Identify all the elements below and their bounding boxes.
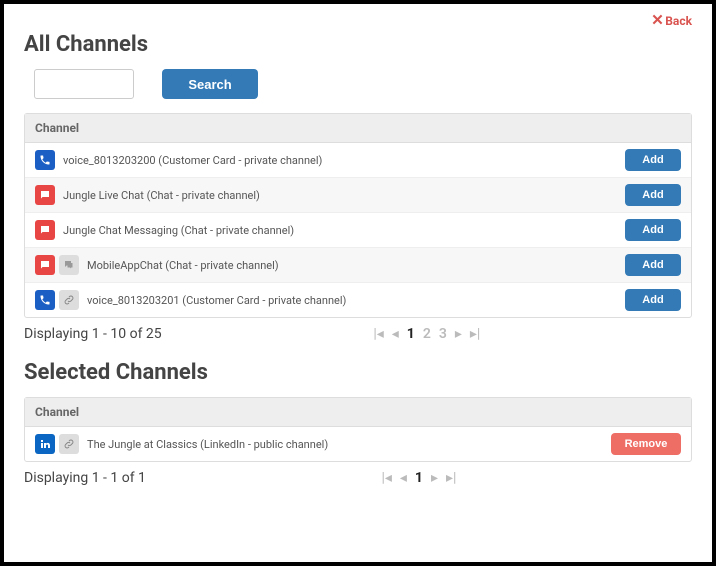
channel-name: Jungle Live Chat (Chat - private channel…: [63, 189, 260, 202]
pager-first[interactable]: |◂: [381, 470, 391, 486]
channel-name: voice_8013203200 (Customer Card - privat…: [63, 154, 322, 167]
selected-pager: |◂ ◂ 1 ▸ ▸|: [146, 470, 692, 486]
pager-last[interactable]: ▸|: [446, 470, 456, 486]
channel-name: Jungle Chat Messaging (Chat - private ch…: [63, 224, 294, 237]
link-icon: [59, 434, 79, 454]
pager-page-1[interactable]: 1: [415, 470, 423, 486]
pager-first[interactable]: |◂: [373, 326, 383, 342]
selected-paging-display: Displaying 1 - 1 of 1: [24, 470, 146, 486]
phone-icon: [35, 150, 55, 170]
add-button[interactable]: Add: [625, 184, 681, 206]
close-icon: [652, 14, 663, 28]
table-row: MobileAppChat (Chat - private channel) Ad…: [25, 247, 691, 282]
chat-icon: [35, 255, 55, 275]
all-channels-title: All Channels: [24, 32, 692, 57]
add-button[interactable]: Add: [625, 289, 681, 311]
back-label: Back: [665, 14, 692, 28]
linkedin-icon: [35, 434, 55, 454]
add-button[interactable]: Add: [625, 219, 681, 241]
pager-next[interactable]: ▸: [431, 470, 438, 486]
table-row: The Jungle at Classics (LinkedIn - publi…: [25, 427, 691, 461]
all-pager: |◂ ◂ 123 ▸ ▸|: [162, 326, 692, 342]
add-button[interactable]: Add: [625, 254, 681, 276]
pager-next[interactable]: ▸: [455, 326, 462, 342]
selected-channels-title: Selected Channels: [24, 360, 692, 385]
all-paging-display: Displaying 1 - 10 of 25: [24, 326, 162, 342]
chat-grey-icon: [59, 255, 79, 275]
column-header-channel: Channel: [25, 114, 691, 143]
chat-icon: [35, 185, 55, 205]
table-row: Jungle Live Chat (Chat - private channel…: [25, 177, 691, 212]
add-button[interactable]: Add: [625, 149, 681, 171]
table-row: voice_8013203201 (Customer Card - privat…: [25, 282, 691, 317]
column-header-channel-selected: Channel: [25, 398, 691, 427]
pager-last[interactable]: ▸|: [470, 326, 480, 342]
table-row: Jungle Chat Messaging (Chat - private ch…: [25, 212, 691, 247]
search-button[interactable]: Search: [162, 69, 258, 99]
chat-icon: [35, 220, 55, 240]
pager-page-2[interactable]: 2: [423, 326, 431, 342]
pager-prev[interactable]: ◂: [400, 470, 407, 486]
link-icon: [59, 290, 79, 310]
pager-page-3[interactable]: 3: [439, 326, 447, 342]
channel-name: voice_8013203201 (Customer Card - privat…: [87, 294, 346, 307]
selected-channels-table: Channel The Jungle at Classics (LinkedIn…: [24, 397, 692, 462]
table-row: voice_8013203200 (Customer Card - privat…: [25, 143, 691, 177]
pager-page-1[interactable]: 1: [407, 326, 415, 342]
remove-button[interactable]: Remove: [611, 433, 681, 455]
all-channels-table: Channel voice_8013203200 (Customer Card …: [24, 113, 692, 318]
search-input[interactable]: [34, 69, 134, 99]
pager-prev[interactable]: ◂: [392, 326, 399, 342]
channel-name: The Jungle at Classics (LinkedIn - publi…: [87, 438, 328, 451]
phone-icon: [35, 290, 55, 310]
channel-name: MobileAppChat (Chat - private channel): [87, 259, 279, 272]
back-link[interactable]: Back: [652, 14, 692, 28]
